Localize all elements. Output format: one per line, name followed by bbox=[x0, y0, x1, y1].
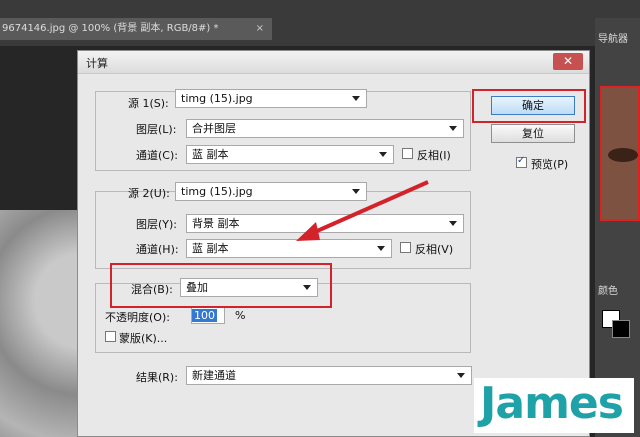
watermark: James bbox=[474, 378, 634, 433]
arrow-line bbox=[307, 180, 429, 237]
watermark-text: James bbox=[480, 378, 624, 429]
arrow-head bbox=[296, 222, 320, 241]
annotation-arrow bbox=[296, 180, 429, 241]
